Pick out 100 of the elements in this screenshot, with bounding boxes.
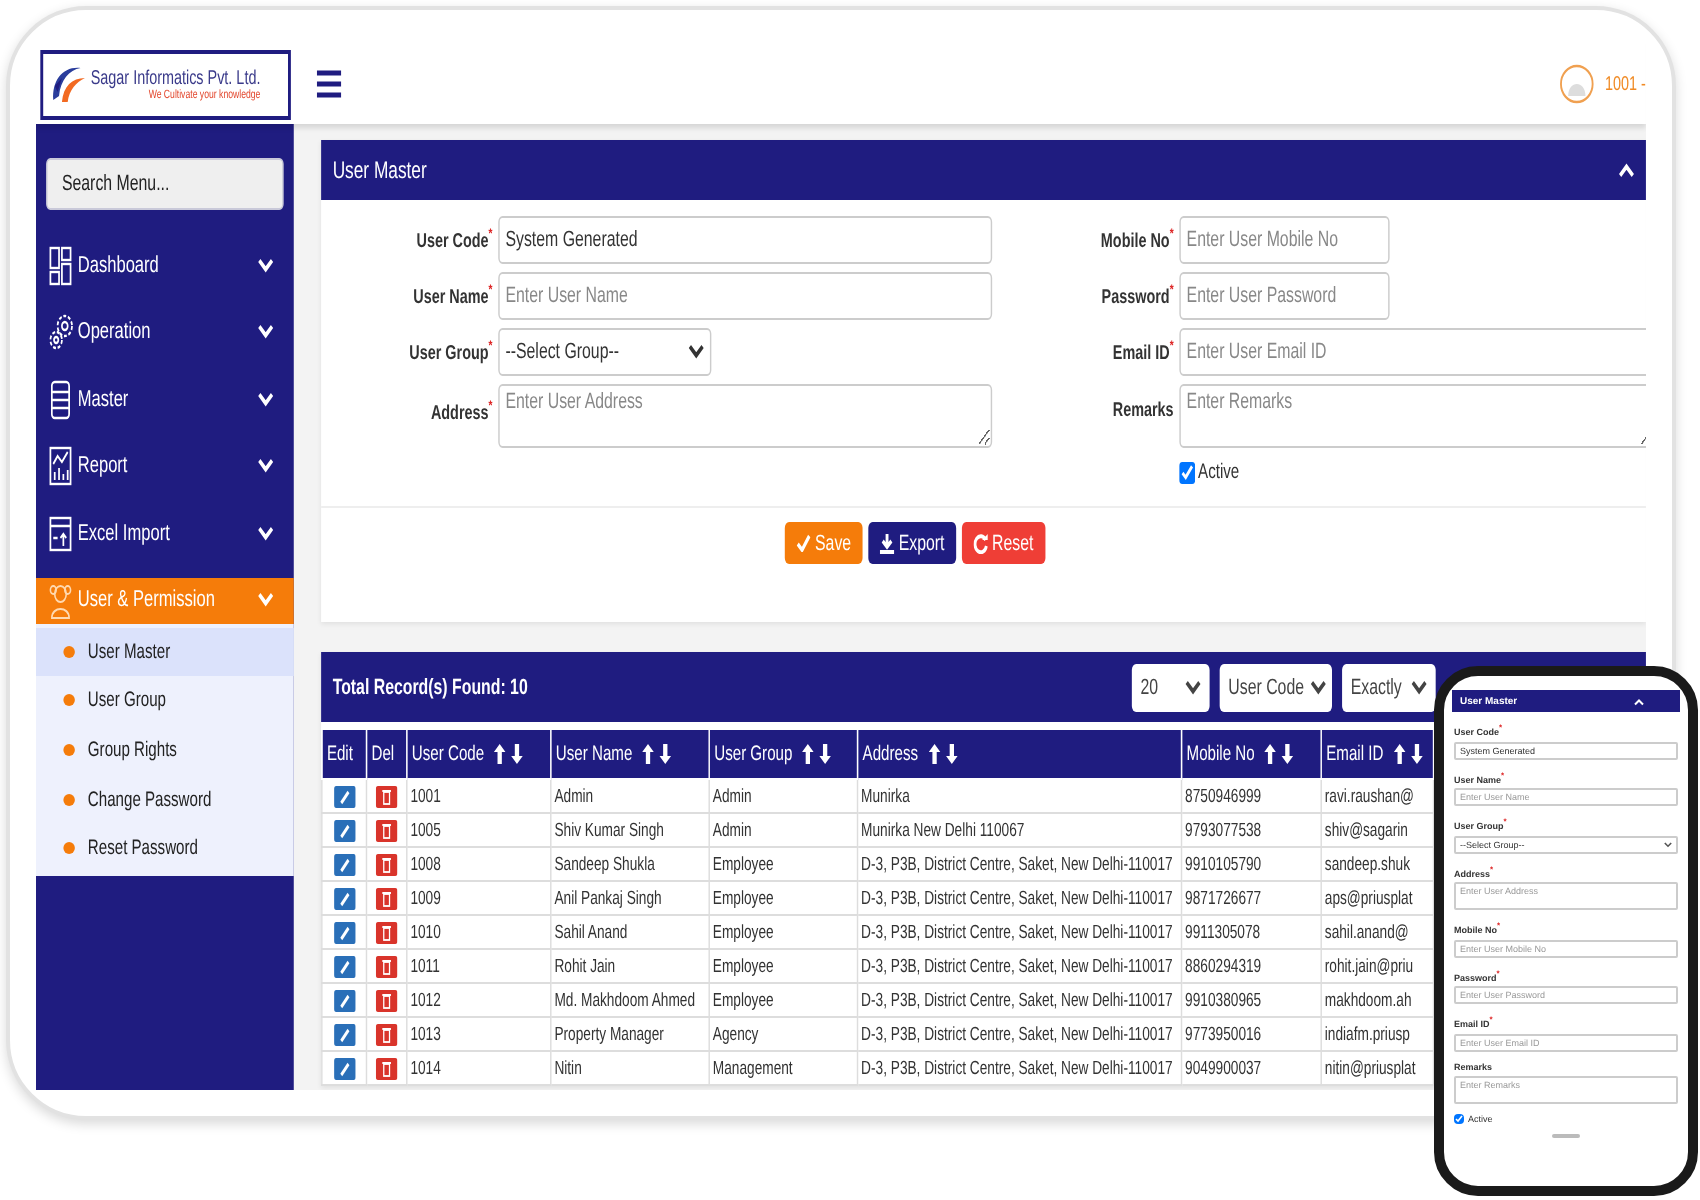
submenu-item[interactable]: Group Rights — [36, 725, 294, 775]
sort-arrows-icon[interactable] — [926, 744, 959, 764]
table-cell: 8750946999 — [1181, 779, 1322, 813]
delete-icon[interactable] — [375, 819, 398, 841]
column-header[interactable]: Mobile No — [1181, 729, 1322, 779]
input-field[interactable]: Enter User Email ID — [1179, 328, 1646, 376]
spreadsheet-icon — [49, 516, 72, 551]
table-cell: 1009 — [406, 881, 551, 915]
menu-item[interactable]: Dashboard — [36, 232, 294, 299]
edit-icon[interactable] — [333, 1023, 355, 1045]
database-icon — [50, 380, 71, 419]
table-cell: Shiv Kumar Singh — [550, 813, 710, 847]
edit-icon[interactable] — [333, 955, 355, 977]
input-field[interactable]: Enter User Mobile No — [1179, 216, 1390, 264]
table-cell: sandeep.shuk — [1321, 847, 1434, 881]
edit-icon[interactable] — [333, 887, 355, 909]
match-select[interactable]: Exactly — [1342, 663, 1436, 711]
table-cell: 9910380965 — [1181, 983, 1322, 1017]
input-field[interactable]: System Generated — [498, 216, 993, 264]
table-cell: 1012 — [406, 983, 551, 1017]
text-area[interactable]: Enter Remarks — [1179, 384, 1646, 448]
table-cell: 9910105790 — [1181, 847, 1322, 881]
checkbox-label: Active — [1198, 460, 1240, 484]
bullet-dot — [63, 793, 75, 806]
table-cell: Employee — [709, 881, 858, 915]
sort-arrows-icon[interactable] — [640, 744, 673, 764]
table-cell: ravi.raushan@ — [1321, 779, 1434, 813]
group-select[interactable]: --Select Group-- — [498, 328, 712, 376]
edit-icon[interactable] — [333, 785, 355, 807]
caret-icon — [1411, 679, 1428, 695]
field-label: User Group$^{*}$ — [407, 339, 493, 365]
delete-icon[interactable] — [375, 1023, 398, 1045]
chevron-down-icon — [257, 525, 274, 542]
submenu-item[interactable]: User Group — [36, 676, 294, 726]
table-cell: sahil.anand@ — [1321, 915, 1434, 949]
submenu-item[interactable]: Reset Password — [36, 823, 294, 873]
menu-item[interactable]: Report — [36, 433, 294, 500]
edit-icon[interactable] — [333, 1057, 355, 1079]
table-cell: 9773950016 — [1181, 1017, 1322, 1051]
export-button[interactable]: Export — [868, 522, 956, 564]
bullet-dot — [63, 694, 75, 707]
delete-icon[interactable] — [375, 853, 398, 875]
edit-icon[interactable] — [333, 853, 355, 875]
column-header[interactable]: User Name — [550, 729, 710, 779]
delete-icon[interactable] — [375, 785, 398, 807]
active-checkbox[interactable] — [1454, 1113, 1464, 1123]
sort-arrows-icon[interactable] — [1392, 744, 1424, 764]
sort-arrows-icon[interactable] — [801, 744, 833, 764]
column-header: Del — [366, 729, 407, 779]
logo-name: Sagar Informatics Pvt. Ltd. — [90, 67, 261, 89]
table-cell: Sahil Anand — [550, 915, 710, 949]
column-select[interactable]: User Code — [1219, 663, 1332, 711]
menu-item[interactable]: Excel Import — [36, 500, 294, 567]
edit-icon[interactable] — [333, 989, 355, 1011]
refresh-icon — [973, 533, 988, 553]
input-field[interactable]: Enter User Name — [498, 272, 993, 320]
menu-item[interactable]: Master — [36, 366, 294, 433]
table-cell: 9049900037 — [1181, 1051, 1322, 1085]
reset-button[interactable]: Reset — [961, 522, 1045, 564]
table-cell: 9871726677 — [1181, 881, 1322, 915]
column-header[interactable]: User Code — [406, 729, 551, 779]
submenu-item[interactable]: Change Password — [36, 774, 294, 824]
input-field[interactable]: Enter User Password — [1179, 272, 1390, 320]
card-title: User Master — [332, 156, 427, 184]
table-cell: 8860294319 — [1181, 949, 1322, 983]
users-icon — [49, 585, 72, 619]
field-label: Address$^{*}$ — [428, 398, 493, 425]
delete-icon[interactable] — [375, 955, 398, 977]
delete-icon[interactable] — [375, 989, 398, 1011]
search-field[interactable]: Search Menu... — [46, 158, 284, 210]
table-cell: rohit.jain@priu — [1321, 949, 1434, 983]
caret-icon — [1309, 679, 1326, 695]
field-label: Password$^{*}$ — [1099, 283, 1174, 309]
column-header[interactable]: User Group — [709, 729, 858, 779]
menu-item[interactable]: Operation — [36, 299, 294, 366]
drag-handle[interactable] — [1552, 1133, 1580, 1137]
table-cell: Admin — [709, 813, 858, 847]
chevron-down-icon — [257, 257, 274, 274]
delete-icon[interactable] — [375, 1057, 398, 1079]
menu-icon[interactable] — [316, 70, 342, 98]
edit-icon[interactable] — [333, 921, 355, 943]
edit-icon[interactable] — [333, 819, 355, 841]
text-area[interactable]: Enter User Address — [498, 384, 993, 448]
bullet-dot — [63, 645, 75, 658]
table-cell: Rohit Jain — [550, 949, 710, 983]
table-cell: aps@priusplat — [1321, 881, 1434, 915]
table-cell: D-3, P3B, District Centre, Saket, New Delhi-110017 — [857, 881, 1182, 915]
table-cell: Admin — [550, 779, 710, 813]
page-size-select[interactable]: 20 — [1131, 663, 1210, 711]
active-checkbox[interactable] — [1179, 461, 1196, 483]
sort-arrows-icon[interactable] — [492, 744, 525, 764]
table-cell: Md. Makhdoom Ahmed — [550, 983, 710, 1017]
column-header[interactable]: Address — [857, 729, 1182, 779]
sort-arrows-icon[interactable] — [1263, 744, 1295, 764]
table-cell: D-3, P3B, District Centre, Saket, New Delhi-110017 — [857, 1051, 1182, 1085]
delete-icon[interactable] — [375, 921, 398, 943]
table-cell: D-3, P3B, District Centre, Saket, New Delhi-110017 — [857, 1017, 1182, 1051]
submenu-item[interactable]: User Master — [36, 627, 294, 677]
column-header[interactable]: Email ID — [1321, 729, 1434, 779]
delete-icon[interactable] — [375, 887, 398, 909]
